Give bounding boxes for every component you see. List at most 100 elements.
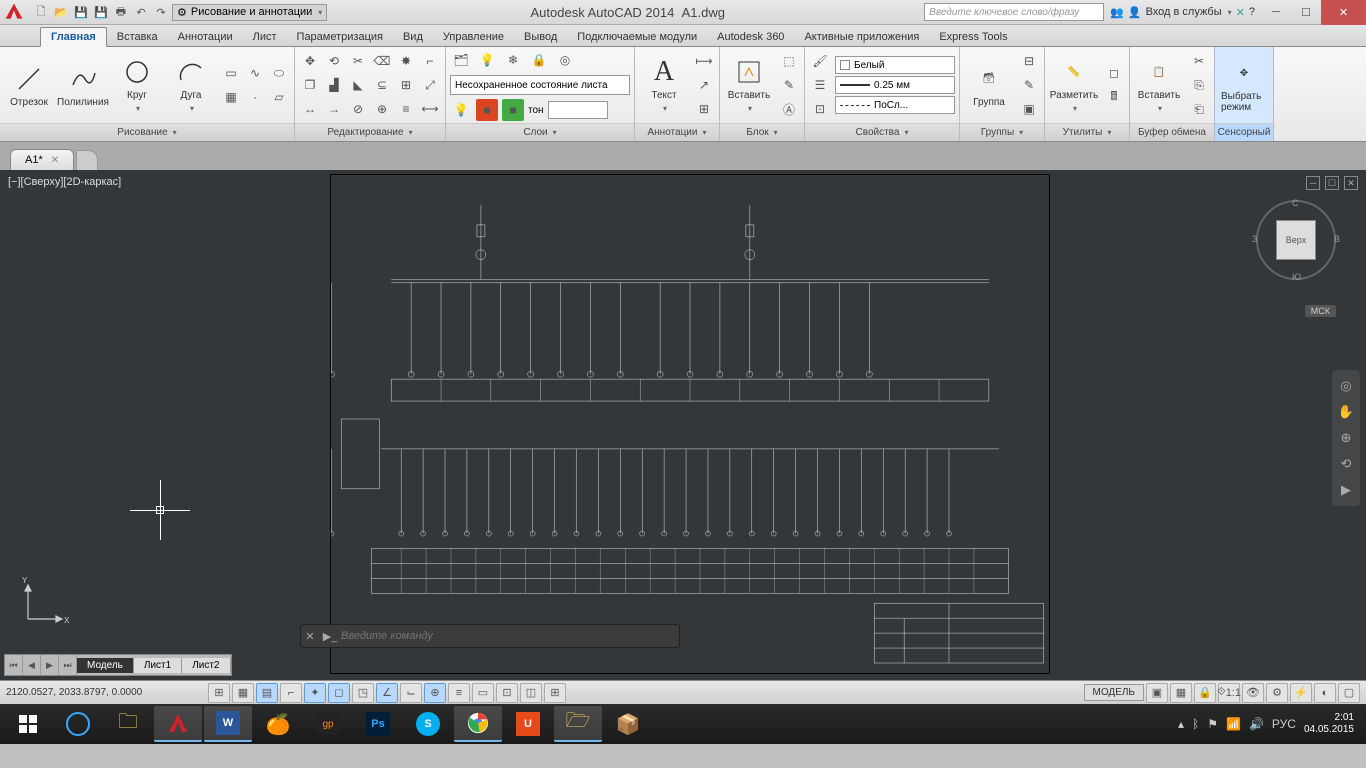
select-all-icon[interactable]: ◻ — [1103, 62, 1125, 84]
spline-icon[interactable]: ∿ — [244, 62, 266, 84]
panel-touch-title[interactable]: Сенсорный — [1215, 123, 1273, 141]
workspace-dropdown[interactable]: ⚙Рисование и аннотации — [172, 4, 327, 21]
tab-plugins[interactable]: Подключаемые модули — [567, 28, 707, 46]
command-line[interactable]: ✕ ▶_ — [300, 624, 680, 648]
infer-icon[interactable]: ⊞ — [208, 683, 230, 703]
edit-block-icon[interactable]: ✎ — [778, 74, 800, 96]
file-tab[interactable]: A1*✕ — [10, 149, 74, 170]
layer-lock-icon[interactable]: 🔒 — [528, 49, 550, 71]
rotate-icon[interactable]: ⟲ — [323, 50, 345, 72]
scale-icon[interactable]: ⤢ — [419, 74, 441, 96]
taskbar-explorer2[interactable]: 🗁 — [554, 706, 602, 742]
minimize-button[interactable]: ─ — [1261, 0, 1291, 25]
create-block-icon[interactable]: ⬚ — [778, 50, 800, 72]
extend-icon[interactable]: → — [323, 98, 345, 120]
vp-maximize-icon[interactable]: ☐ — [1325, 176, 1339, 190]
region-icon[interactable]: ▱ — [268, 86, 290, 108]
orbit-icon[interactable]: ⟲ — [1336, 454, 1356, 474]
copy-icon[interactable]: ❐ — [299, 74, 321, 96]
start-button[interactable] — [4, 706, 52, 742]
layer-current-dropdown[interactable] — [548, 101, 608, 119]
taskbar-autocad[interactable] — [154, 706, 202, 742]
tab-layout[interactable]: Лист — [243, 28, 287, 46]
polar-icon[interactable]: ✦ — [304, 683, 326, 703]
cmdline-close-icon[interactable]: ✕ — [301, 630, 319, 643]
panel-utils-title[interactable]: Утилиты — [1045, 123, 1129, 141]
tab-a360[interactable]: Autodesk 360 — [707, 28, 794, 46]
viewport-label[interactable]: [−][Сверху][2D-каркас] — [8, 176, 121, 188]
saveas-icon[interactable]: 💾 — [92, 3, 110, 21]
linetype-dropdown[interactable]: ПоСл... — [835, 96, 955, 114]
rectangle-icon[interactable]: ▭ — [220, 62, 242, 84]
coordinates[interactable]: 2120.0527, 2033.8797, 0.0000 — [6, 687, 206, 698]
pan-icon[interactable]: ✋ — [1336, 402, 1356, 422]
app-menu-button[interactable] — [0, 0, 28, 25]
panel-annot-title[interactable]: Аннотации — [635, 123, 719, 141]
exchange-icon[interactable]: ✕ — [1236, 6, 1245, 19]
panel-groups-title[interactable]: Группы — [960, 123, 1044, 141]
annoscale-icon[interactable]: 🔒 — [1194, 683, 1216, 703]
panel-layers-title[interactable]: Слои — [446, 123, 634, 141]
taskbar-flstudio[interactable]: 🍊 — [254, 706, 302, 742]
am-icon[interactable]: ⊞ — [544, 683, 566, 703]
vp-close-icon[interactable]: ✕ — [1344, 176, 1358, 190]
mirror-icon[interactable]: ▟ — [323, 74, 345, 96]
model-space-button[interactable]: МОДЕЛЬ — [1084, 684, 1144, 701]
layout-first-icon[interactable]: ⏮ — [5, 655, 23, 675]
break-icon[interactable]: ⊘ — [347, 98, 369, 120]
quickview-drawings-icon[interactable]: ▦ — [1170, 683, 1192, 703]
hardware-accel-icon[interactable]: ⚡ — [1290, 683, 1312, 703]
taskbar-chrome[interactable] — [454, 706, 502, 742]
taskbar-photoshop[interactable]: Ps — [354, 706, 402, 742]
wcs-label[interactable]: МСК — [1305, 305, 1336, 317]
workspace-switch-icon[interactable]: ⚙ — [1266, 683, 1288, 703]
annotation-visibility-icon[interactable]: 👁 — [1242, 683, 1264, 703]
snap-icon[interactable]: ▦ — [232, 683, 254, 703]
props-icon[interactable]: ⊡ — [809, 98, 831, 120]
move-icon[interactable]: ✥ — [299, 50, 321, 72]
qp-icon[interactable]: ⊡ — [496, 683, 518, 703]
clean-screen-icon[interactable]: ▢ — [1338, 683, 1360, 703]
close-tab-icon[interactable]: ✕ — [51, 155, 59, 166]
array-icon[interactable]: ⊞ — [395, 74, 417, 96]
group-edit-icon[interactable]: ✎ — [1018, 74, 1040, 96]
dimlinear-icon[interactable]: ⟼ — [693, 50, 715, 72]
hatch-icon[interactable]: ▦ — [220, 86, 242, 108]
leader-icon[interactable]: ↗ — [693, 74, 715, 96]
attr-block-icon[interactable]: Ⓐ — [778, 98, 800, 120]
stretch-icon[interactable]: ↔ — [299, 98, 321, 120]
tray-action-icon[interactable]: ⚑ — [1207, 717, 1218, 731]
table-icon[interactable]: ⊞ — [693, 98, 715, 120]
tray-net-icon[interactable]: 📶 — [1226, 717, 1241, 731]
color-dropdown[interactable]: Белый — [835, 56, 955, 74]
tab-featured[interactable]: Активные приложения — [794, 28, 929, 46]
maximize-button[interactable]: ☐ — [1291, 0, 1321, 25]
offset-icon[interactable]: ⊆ — [371, 74, 393, 96]
align-icon[interactable]: ≡ — [395, 98, 417, 120]
point-icon[interactable]: · — [244, 86, 266, 108]
arc-button[interactable]: Дуга — [166, 54, 216, 116]
plot-icon[interactable]: 🖶 — [112, 3, 130, 21]
panel-props-title[interactable]: Свойства — [805, 123, 959, 141]
lengthen-icon[interactable]: ⟷ — [419, 98, 441, 120]
infocenter-search[interactable]: Введите ключевое слово/фразу — [924, 3, 1104, 21]
dyn-icon[interactable]: ⊕ — [424, 683, 446, 703]
viewcube-north[interactable]: С — [1292, 198, 1299, 208]
quickview-layouts-icon[interactable]: ▣ — [1146, 683, 1168, 703]
command-input[interactable] — [341, 630, 679, 642]
chamfer-icon[interactable]: ◣ — [347, 74, 369, 96]
tab-express[interactable]: Express Tools — [929, 28, 1017, 46]
tab-model[interactable]: Модель — [77, 658, 134, 673]
cut-icon[interactable]: ✂ — [1188, 50, 1210, 72]
layout-prev-icon[interactable]: ◀ — [23, 655, 41, 675]
matchprop-icon[interactable]: 🖌 — [809, 50, 831, 72]
new-icon[interactable]: 🗋 — [32, 3, 50, 21]
signin-area[interactable]: 👥 👤 Вход в службы ✕ ? — [1104, 6, 1261, 19]
tray-bt-icon[interactable]: ᛒ — [1192, 717, 1199, 731]
drawing-canvas[interactable]: [−][Сверху][2D-каркас] ─ ☐ ✕ — [0, 170, 1366, 680]
quickcalc-icon[interactable]: 🖩 — [1103, 86, 1125, 108]
panel-draw-title[interactable]: Рисование — [0, 123, 294, 141]
viewcube-east[interactable]: В — [1334, 234, 1340, 244]
tray-up-icon[interactable]: ▴ — [1178, 717, 1184, 731]
tray-vol-icon[interactable]: 🔊 — [1249, 717, 1264, 731]
